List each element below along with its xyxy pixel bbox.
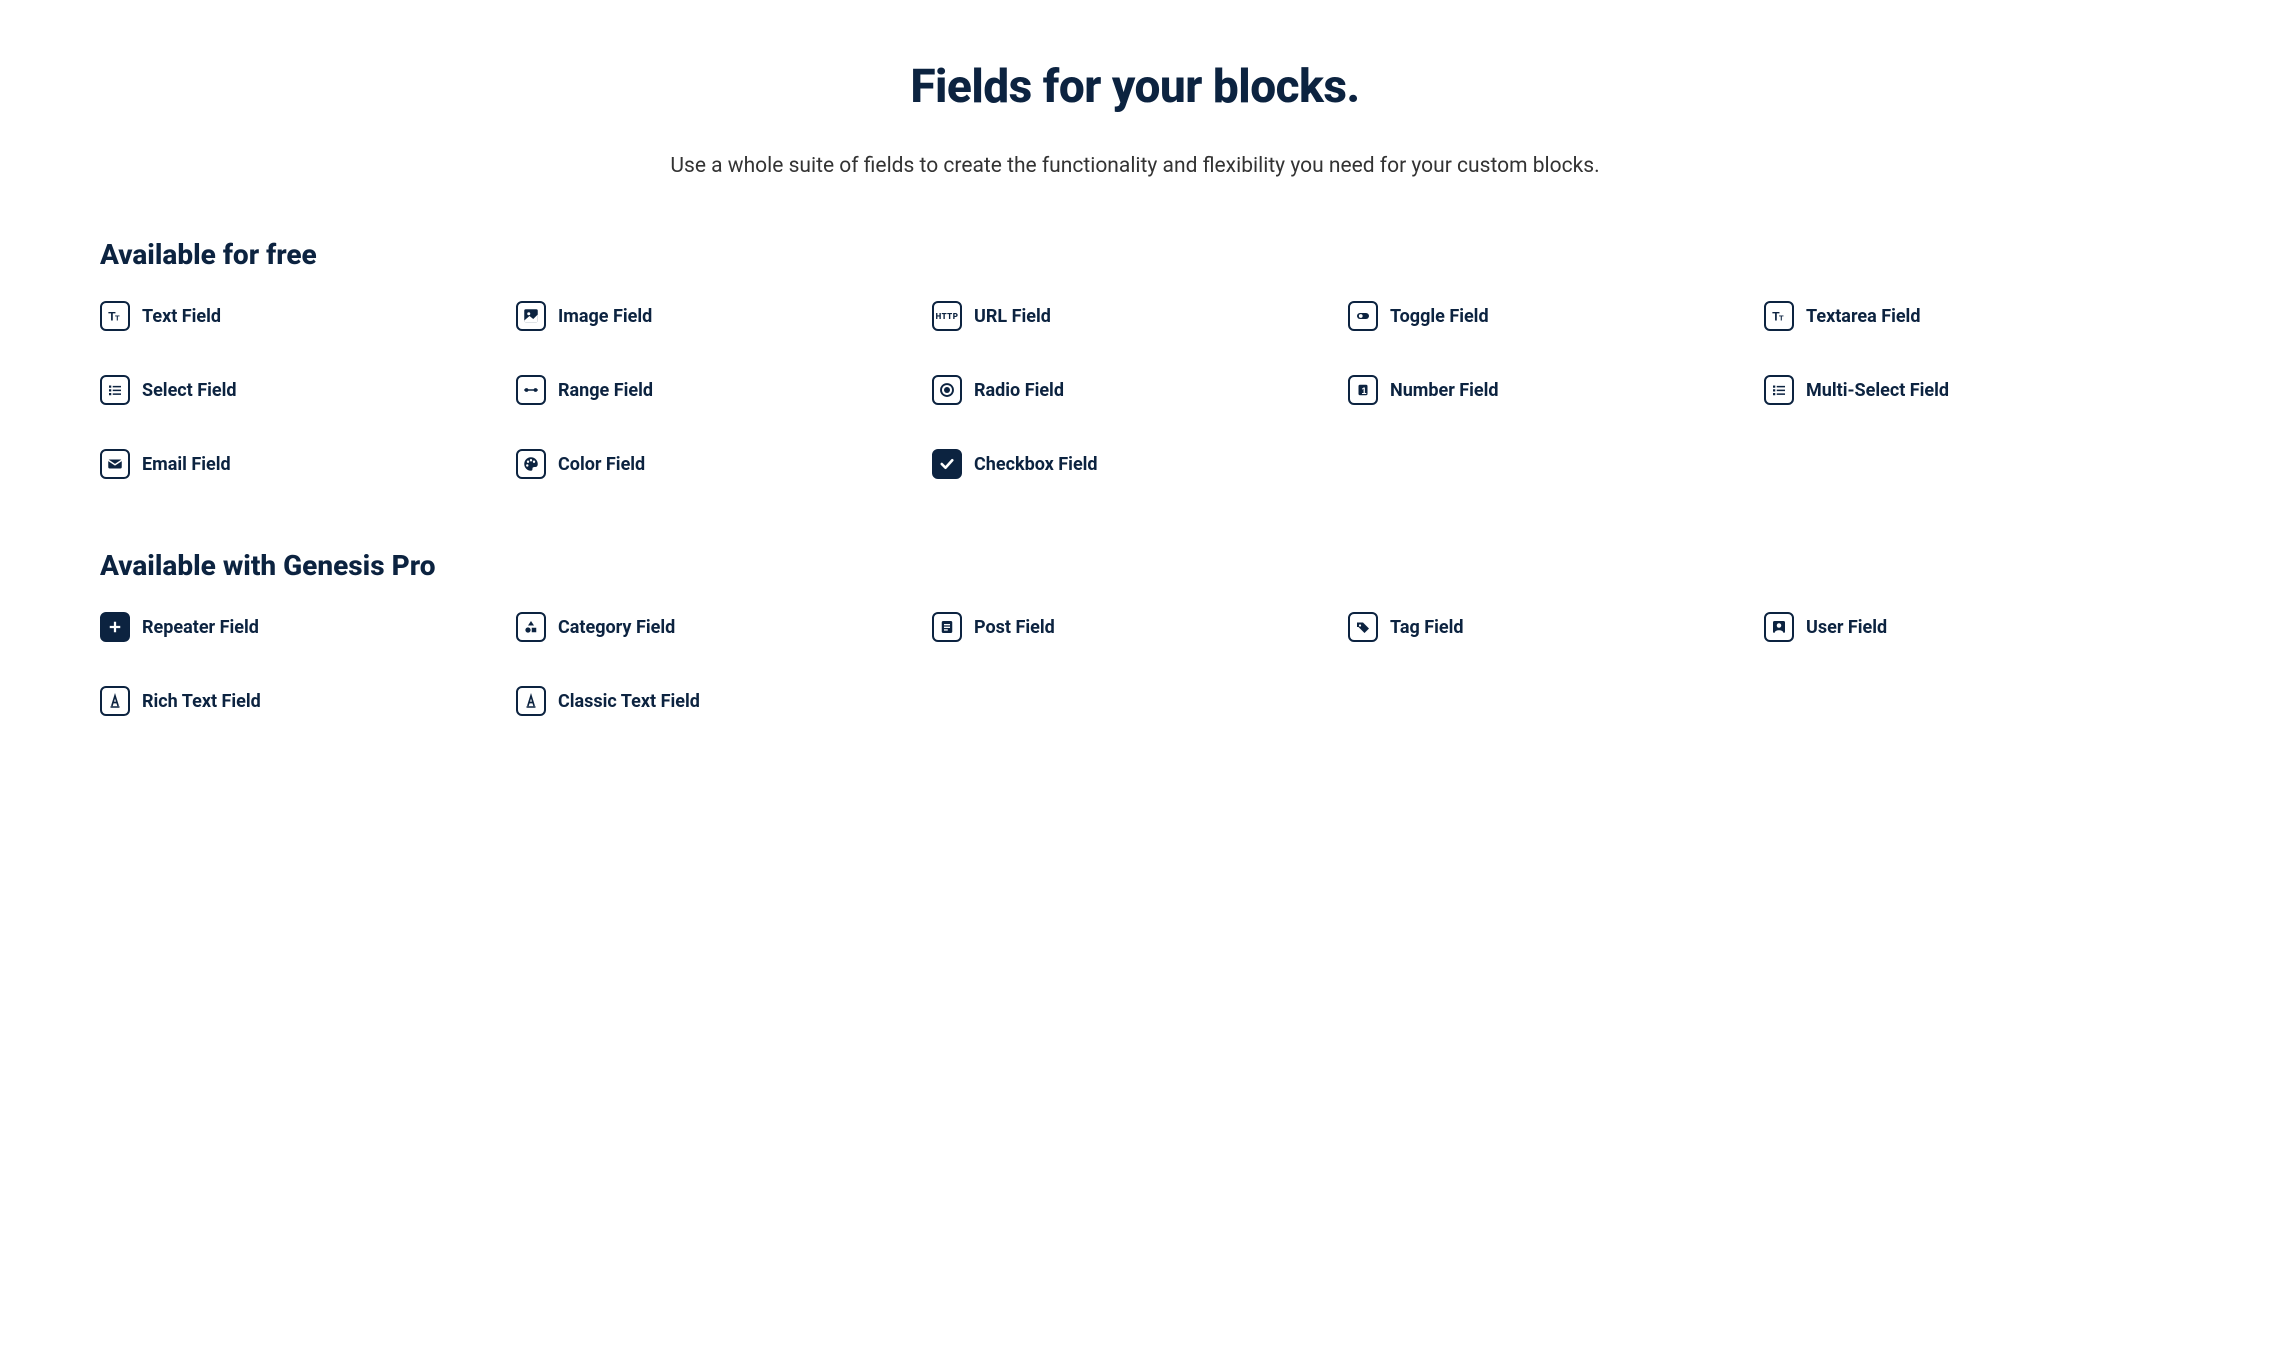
- field-label: URL Field: [974, 306, 1051, 327]
- svg-text:T: T: [1779, 314, 1784, 323]
- checkbox-icon: [932, 449, 962, 479]
- textarea-icon: TT: [1764, 301, 1794, 331]
- email-icon: [100, 449, 130, 479]
- field-item-number: 1 Number Field: [1348, 375, 1754, 405]
- field-item-post: Post Field: [932, 612, 1338, 642]
- field-label: Image Field: [558, 306, 652, 327]
- field-label: Post Field: [974, 617, 1055, 638]
- field-label: Range Field: [558, 380, 653, 401]
- field-item-select: Select Field: [100, 375, 506, 405]
- field-label: Number Field: [1390, 380, 1499, 401]
- field-item-text: TT Text Field: [100, 301, 506, 331]
- field-item-radio: Radio Field: [932, 375, 1338, 405]
- field-item-image: Image Field: [516, 301, 922, 331]
- field-label: Rich Text Field: [142, 691, 261, 712]
- field-label: Checkbox Field: [974, 454, 1098, 475]
- field-label: Radio Field: [974, 380, 1064, 401]
- user-icon: [1764, 612, 1794, 642]
- section-free: Available for free TT Text Field Image F…: [100, 238, 2170, 479]
- field-item-tag: Tag Field: [1348, 612, 1754, 642]
- field-item-email: Email Field: [100, 449, 506, 479]
- field-item-url: HTTP URL Field: [932, 301, 1338, 331]
- richtext-icon: [100, 686, 130, 716]
- field-label: Classic Text Field: [558, 691, 700, 712]
- color-icon: [516, 449, 546, 479]
- page-title: Fields for your blocks.: [100, 60, 2170, 114]
- field-label: Multi-Select Field: [1806, 380, 1949, 401]
- field-label: Text Field: [142, 306, 221, 327]
- field-label: Select Field: [142, 380, 237, 401]
- number-icon: 1: [1348, 375, 1378, 405]
- svg-text:1: 1: [1362, 386, 1367, 396]
- section-heading-free: Available for free: [100, 238, 2170, 271]
- classictext-icon: [516, 686, 546, 716]
- field-item-user: User Field: [1764, 612, 2170, 642]
- field-item-textarea: TT Textarea Field: [1764, 301, 2170, 331]
- section-pro: Available with Genesis Pro Repeater Fiel…: [100, 549, 2170, 716]
- field-item-toggle: Toggle Field: [1348, 301, 1754, 331]
- field-label: Tag Field: [1390, 617, 1463, 638]
- tag-icon: [1348, 612, 1378, 642]
- section-heading-pro: Available with Genesis Pro: [100, 549, 2170, 582]
- multiselect-icon: [1764, 375, 1794, 405]
- repeater-icon: [100, 612, 130, 642]
- field-label: Textarea Field: [1806, 306, 1920, 327]
- field-grid-free: TT Text Field Image Field HTTP URL Field…: [100, 301, 2170, 479]
- toggle-icon: [1348, 301, 1378, 331]
- select-icon: [100, 375, 130, 405]
- field-label: User Field: [1806, 617, 1887, 638]
- category-icon: [516, 612, 546, 642]
- field-item-checkbox: Checkbox Field: [932, 449, 1338, 479]
- range-icon: [516, 375, 546, 405]
- field-item-multiselect: Multi-Select Field: [1764, 375, 2170, 405]
- field-item-richtext: Rich Text Field: [100, 686, 506, 716]
- field-item-classictext: Classic Text Field: [516, 686, 922, 716]
- field-item-color: Color Field: [516, 449, 922, 479]
- field-label: Toggle Field: [1390, 306, 1489, 327]
- field-label: Repeater Field: [142, 617, 259, 638]
- page-subtitle: Use a whole suite of fields to create th…: [100, 154, 2170, 178]
- image-icon: [516, 301, 546, 331]
- field-item-category: Category Field: [516, 612, 922, 642]
- post-icon: [932, 612, 962, 642]
- field-item-repeater: Repeater Field: [100, 612, 506, 642]
- field-grid-pro: Repeater Field Category Field Post Field…: [100, 612, 2170, 716]
- field-label: Color Field: [558, 454, 645, 475]
- field-label: Category Field: [558, 617, 675, 638]
- svg-text:T: T: [115, 314, 120, 323]
- field-label: Email Field: [142, 454, 231, 475]
- text-icon: TT: [100, 301, 130, 331]
- radio-icon: [932, 375, 962, 405]
- field-item-range: Range Field: [516, 375, 922, 405]
- url-icon: HTTP: [932, 301, 962, 331]
